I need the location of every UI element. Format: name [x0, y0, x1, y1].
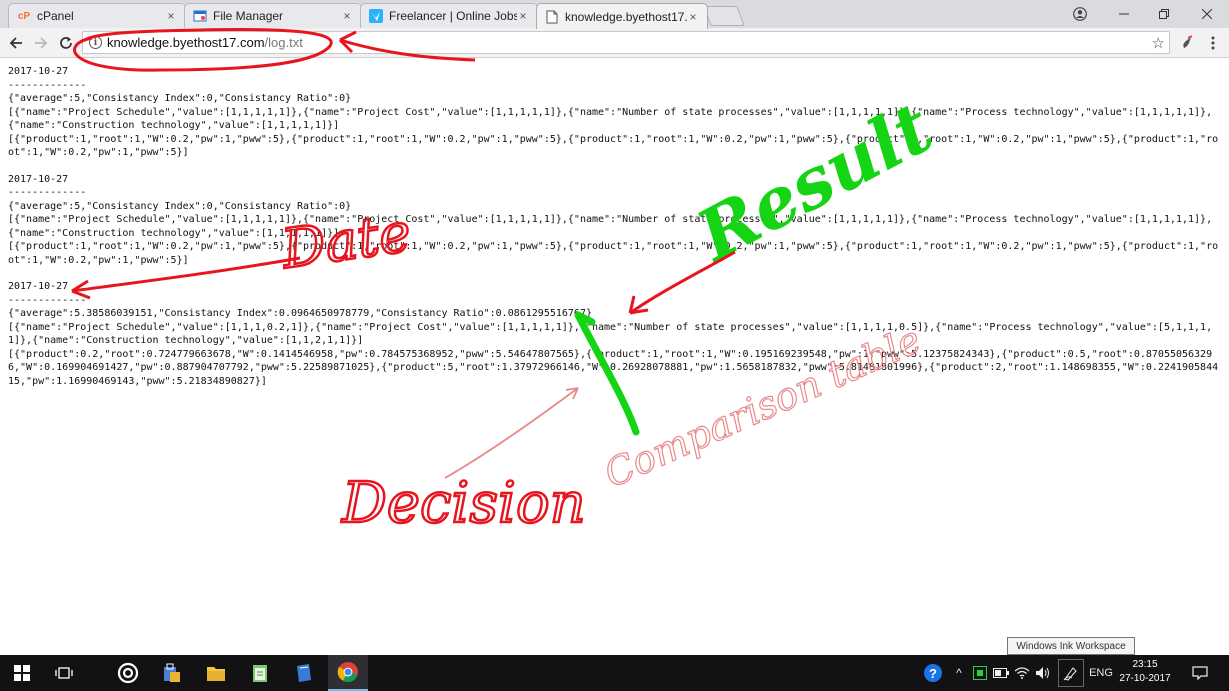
cpanel-icon: cP [17, 10, 31, 22]
close-icon[interactable]: × [341, 9, 353, 23]
file-explorer-icon[interactable] [196, 655, 236, 691]
log-date: 2017-10-27 [8, 173, 69, 185]
close-icon[interactable]: × [517, 9, 529, 23]
volume-icon[interactable] [1033, 655, 1053, 691]
extension-icon[interactable] [1176, 32, 1198, 54]
clock-time: 23:15 [1132, 659, 1158, 670]
page-icon [545, 10, 559, 24]
task-view-icon[interactable] [44, 655, 84, 691]
log-date: 2017-10-27 [8, 66, 69, 77]
browser-toolbar: i knowledge.byethost17.com/log.txt ☆ [0, 28, 1229, 58]
log-summary: {"average":5,"Consistancy Index":0,"Cons… [8, 200, 352, 212]
log-criteria: [{"name":"Project Schedule","value":[1,1… [8, 106, 1213, 132]
tab-title: Freelancer | Online Jobs | [389, 9, 517, 23]
chrome-icon[interactable] [328, 655, 368, 691]
clock-date: 27-10-2017 [1119, 673, 1171, 684]
tab-strip: cP cPanel × File Manager × Freelancer | … [0, 0, 1229, 29]
svg-text:?: ? [929, 666, 937, 681]
decision-annotation: Decision [341, 471, 586, 536]
notification-icon[interactable] [1186, 655, 1214, 691]
start-button[interactable] [2, 655, 42, 691]
file-manager-icon [193, 9, 207, 23]
tab-knowledge-log[interactable]: knowledge.byethost17.co × [536, 3, 708, 29]
log-summary: {"average":5.38586039151,"Consistancy In… [8, 308, 592, 319]
tab-title: cPanel [37, 9, 74, 23]
windows-ink-icon[interactable] [1058, 659, 1084, 687]
tab-cpanel[interactable]: cP cPanel × [8, 3, 186, 28]
log-entry: 2017-10-27 ------------- {"average":5.38… [8, 280, 1220, 388]
freelancer-icon [369, 9, 383, 23]
forward-button[interactable] [30, 32, 52, 54]
log-entry: 2017-10-27 ------------- {"average":5,"C… [8, 173, 1220, 268]
language-indicator[interactable]: ENG [1086, 655, 1116, 691]
log-date: 2017-10-27 [8, 281, 69, 292]
log-summary: {"average":5,"Consistancy Index":0,"Cons… [8, 93, 352, 104]
close-icon[interactable]: × [165, 9, 177, 23]
app-circle-icon[interactable] [108, 655, 148, 691]
log-criteria: [{"name":"Project Schedule","value":[1,1… [8, 214, 1213, 239]
address-bar[interactable]: i knowledge.byethost17.com/log.txt ☆ [82, 31, 1170, 54]
address-host: knowledge.byethost17.com [107, 35, 265, 50]
menu-icon[interactable] [1202, 32, 1224, 54]
new-tab-button[interactable] [703, 6, 745, 26]
address-path: /log.txt [264, 35, 303, 50]
taskbar: ? ^ ENG 23:15 27-10-2017 [0, 655, 1229, 691]
windows-ink-tooltip: Windows Ink Workspace [1007, 637, 1135, 655]
wifi-icon[interactable] [1012, 655, 1032, 691]
tab-freelancer[interactable]: Freelancer | Online Jobs | × [360, 3, 538, 28]
decision-arrow [444, 387, 579, 479]
profile-icon[interactable] [1058, 0, 1102, 28]
minimize-button[interactable] [1102, 0, 1146, 28]
bookmark-star-icon[interactable]: ☆ [1152, 34, 1165, 52]
log-entry: 2017-10-27 ------------- {"average":5,"C… [8, 65, 1220, 160]
log-products: [{"product":0.2,"root":0.724779663678,"W… [8, 348, 1219, 387]
log-products: [{"product":1,"root":1,"W":0.2,"pw":1,"p… [8, 133, 1219, 159]
taskbar-clock[interactable]: 23:15 27-10-2017 [1115, 658, 1175, 686]
tab-title: knowledge.byethost17.co [565, 9, 687, 24]
tray-app-icon[interactable] [970, 655, 990, 691]
log-separator: ------------- [8, 294, 87, 306]
notebook-app-icon[interactable] [284, 655, 324, 691]
info-icon[interactable]: i [89, 36, 102, 49]
log-content: 2017-10-27 ------------- {"average":5,"C… [8, 65, 1220, 388]
help-icon[interactable]: ? [920, 655, 946, 691]
reload-button[interactable] [55, 32, 77, 54]
close-icon[interactable]: × [687, 10, 699, 24]
tray-chevron-up-icon[interactable]: ^ [950, 655, 968, 691]
tab-title: File Manager [213, 9, 284, 23]
close-window-button[interactable] [1185, 0, 1229, 28]
log-separator: ------------- [8, 79, 87, 91]
log-criteria: [{"name":"Project Schedule","value":[1,1… [8, 321, 1213, 347]
restore-button[interactable] [1142, 0, 1186, 28]
log-separator: ------------- [8, 187, 87, 198]
back-button[interactable] [5, 32, 27, 54]
log-products: [{"product":1,"root":1,"W":0.2,"pw":1,"p… [8, 241, 1219, 266]
notepad-icon[interactable] [240, 655, 280, 691]
battery-icon[interactable] [991, 655, 1011, 691]
tab-file-manager[interactable]: File Manager × [184, 3, 362, 28]
store-icon[interactable] [152, 655, 192, 691]
